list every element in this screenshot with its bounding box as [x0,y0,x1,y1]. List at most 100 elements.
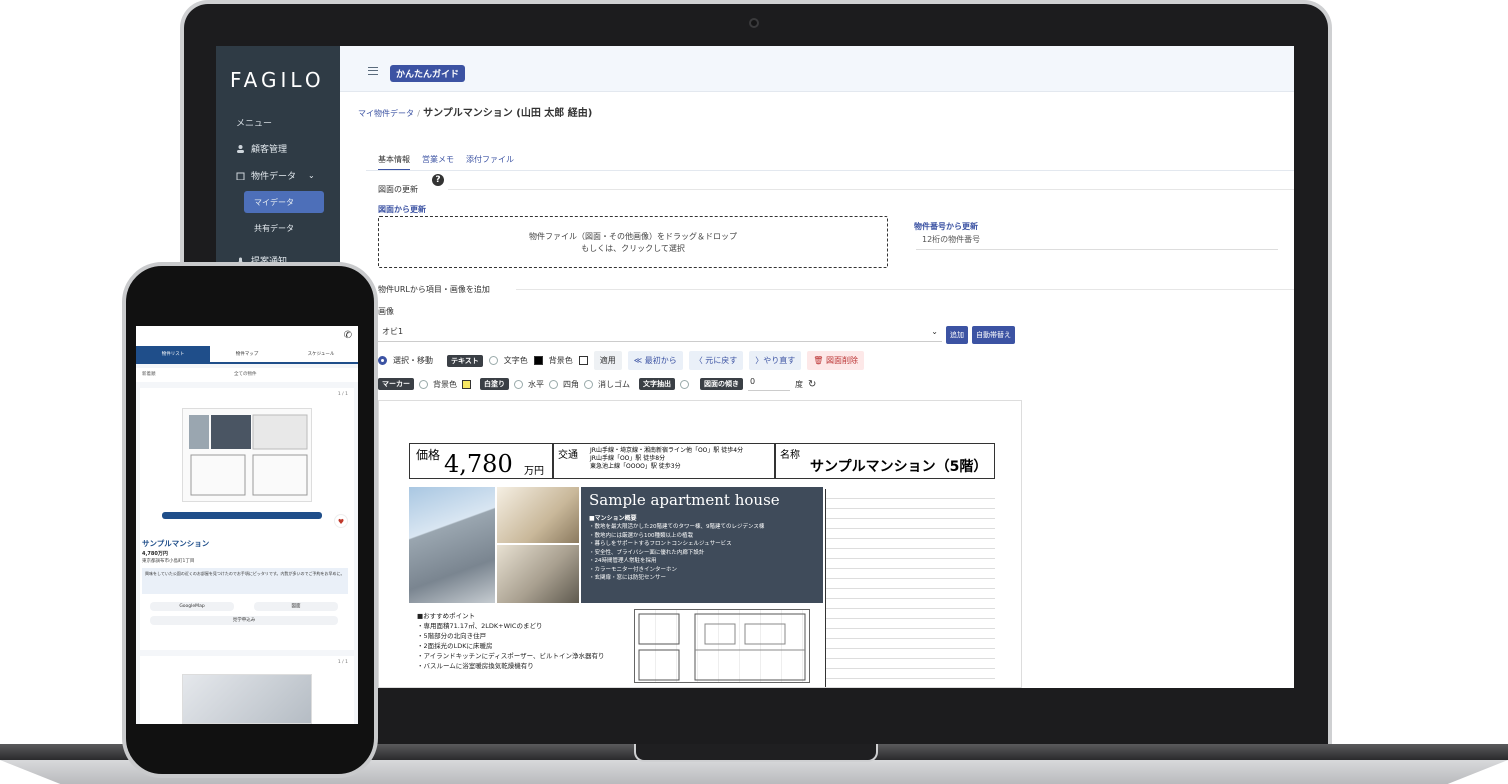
edit-toolbar: 選択・移動 テキスト 文字色 背景色 適用 ≪ 最初から 〈 元に戻す 〉やり直… [378,351,864,370]
page-indicator: 1 / 1 [337,660,348,665]
point-item: ・バスルームに浴室暖房換気乾燥機有り [417,662,534,670]
apply-button[interactable]: 適用 [593,351,622,370]
rotate-icon[interactable]: ↻ [808,379,816,390]
heart-icon[interactable]: ♥ [334,514,348,528]
agent-message: 興味をしていた公園の近くのお部屋を見つけたのでお手頃にピッタリです。内覧が多いの… [142,568,348,594]
image-select[interactable]: オビ1 ⌄ [378,324,942,342]
undo-button[interactable]: 〈 元に戻す [688,351,744,370]
concept-item: ・玄関扉・窓には防犯センサー [589,575,667,581]
google-map-button[interactable]: GoogleMap [150,602,234,611]
text-radio[interactable] [488,356,498,365]
phone-tab-map[interactable]: 物件マップ [210,346,284,362]
phone-screen: ✆ 物件リスト 物件マップ スケジュール 新着順 全ての物件 1 / 1 ♥ サ… [136,326,358,724]
viewing-request-button[interactable]: 見学申込み [150,616,338,625]
property-price: 4,780万円 [142,551,168,557]
filter-select[interactable]: 全ての物件 [234,368,257,382]
traffic-line: JR山手線・埼京線・湘南新宿ライン他「OO」駅 徒歩4分 [590,447,744,454]
eraser-radio[interactable] [584,379,593,389]
sidebar-item-customers[interactable]: 顧客管理 [216,136,340,160]
divider [516,289,1294,290]
floorplan-thumbnail[interactable] [182,408,312,502]
floor-plan-drawing [634,609,810,683]
concept-panel: Sample apartment house ■マンション概要 ・敷地を最大限活… [581,487,823,603]
square-radio[interactable] [549,379,558,389]
name-label: 名称 [780,450,800,461]
concept-item: ・敷地を最大限活かした20階建てのタワー棟、9階建てのレジデンス棟 [589,524,765,530]
chevron-down-icon: ⌄ [308,170,315,180]
image-scroll-bar[interactable] [162,512,322,519]
name-box: 名称 サンプルマンション（5階） [775,443,995,479]
tab-sales-memo[interactable]: 営業メモ [422,154,454,171]
concept-list: ・敷地を最大限活かした20階建てのタワー棟、9階建てのレジデンス棟 ・敷地内には… [589,523,764,583]
marker-chip: マーカー [378,378,414,390]
guide-button[interactable]: かんたんガイド [390,65,466,82]
image-label: 画像 [378,307,394,316]
price-unit: 万円 [524,466,544,477]
help-icon[interactable]: ? [432,174,444,186]
menu-title: メニュー [236,119,273,129]
sort-select[interactable]: 新着順 [142,372,156,377]
sidebar-subitem-mydata[interactable]: マイデータ [244,191,324,213]
concept-item: ・敷地内には厳選から100種類以上の植栽 [589,532,693,539]
delete-floorplan-button[interactable]: 🗑 図面削除 [807,351,864,370]
property-card[interactable]: 1 / 1 [140,656,354,724]
camera-icon [749,18,759,28]
horizontal-label: 水平 [528,379,544,389]
concept-item: ・24時間管理人常駐を採用 [589,558,657,564]
delete-floorplan-label: 図面削除 [825,356,858,365]
tabs-divider [366,170,1294,171]
property-name[interactable]: サンプルマンション [142,538,209,549]
file-dropzone[interactable]: 物件ファイル（図面・その他画像）をドラッグ＆ドロップ もしくは、クリックして選択 [378,216,888,268]
update-from-floorplan-label: 図面から更新 [378,205,426,214]
tab-basic-info[interactable]: 基本情報 [378,154,410,171]
price-label: 価格 [416,448,441,462]
dropzone-subtext: もしくは、クリックして選択 [581,244,685,253]
redo-button[interactable]: 〉やり直す [749,351,802,370]
hamburger-icon[interactable] [368,67,378,75]
trash-icon: 🗑 [813,356,824,365]
phone-call-icon[interactable]: ✆ [344,330,352,341]
image-select-value: オビ1 [382,327,404,336]
phone-tabs: 物件リスト 物件マップ スケジュール [136,346,358,364]
degree-label: 度 [795,379,803,389]
marker-color-swatch[interactable] [462,379,471,389]
phone-tab-list[interactable]: 物件リスト [136,346,210,362]
floorplan-canvas[interactable]: 価格 4,780 万円 交通 JR山手線・埼京線・湘南新宿ライン他「OO」駅 徒… [378,400,1022,688]
property-number-input[interactable]: 12桁の物件番号 [916,234,1278,250]
floorplan-thumbnail[interactable] [182,674,312,724]
phone-filter-bar: 新着順 全ての物件 [136,368,358,382]
person-icon [236,144,245,153]
add-button[interactable]: 追加 [946,326,968,344]
phone-tab-schedule[interactable]: スケジュール [284,346,358,362]
sidebar-item-properties[interactable]: 物件データ ⌄ [216,163,340,187]
app-logo[interactable]: FAGILO [230,68,325,92]
tab-attachments[interactable]: 添付ファイル [466,154,514,171]
breadcrumb-parent[interactable]: マイ物件データ [358,109,414,118]
auto-replace-button[interactable]: 自動帯替え [972,326,1015,344]
point-item: ・2面採光のLDKに床暖房 [417,642,493,650]
text-extract-radio[interactable] [680,379,689,389]
device-mockup: FAGILO メニュー 顧客管理 物件データ ⌄ マイデータ 共有データ 提案通… [0,0,1508,784]
text-color-swatch[interactable] [533,356,543,365]
reset-button[interactable]: ≪ 最初から [627,351,683,370]
floorplan-button[interactable]: 図面 [254,602,338,611]
traffic-line: 東急池上線「OOOO」駅 徒歩3分 [590,463,681,470]
breadcrumb: マイ物件データ / サンプルマンション (山田 太郎 経由) [358,104,592,119]
property-card[interactable]: 1 / 1 ♥ サンプルマンション 4,780万円 東京都調布市小島町1丁目 興… [140,388,354,650]
select-move-radio[interactable] [378,356,387,365]
concept-item: ・暮らしをサポートするフロントコンシェルジュサービス [589,541,732,547]
page-title: サンプルマンション (山田 太郎 経由) [423,108,593,119]
tilt-input[interactable]: 0 [748,377,790,391]
select-move-label: 選択・移動 [393,356,433,365]
floorplan-update-label[interactable]: 図面の更新 [378,184,418,195]
traffic-line: JR山手線「OO」駅 徒歩8分 [590,455,666,462]
dropzone-text: 物件ファイル（図面・その他画像）をドラッグ＆ドロップ [529,232,737,241]
interior-photo [497,545,579,603]
marker-radio[interactable] [419,379,428,389]
bg-color-swatch[interactable] [578,356,588,365]
sidebar-subitem-shared[interactable]: 共有データ [244,217,324,239]
concept-title: Sample apartment house [589,491,780,509]
horizontal-radio[interactable] [514,379,523,389]
eraser-label: 消しゴム [598,379,630,389]
url-add-label[interactable]: 物件URLから項目・画像を追加 [378,284,490,295]
